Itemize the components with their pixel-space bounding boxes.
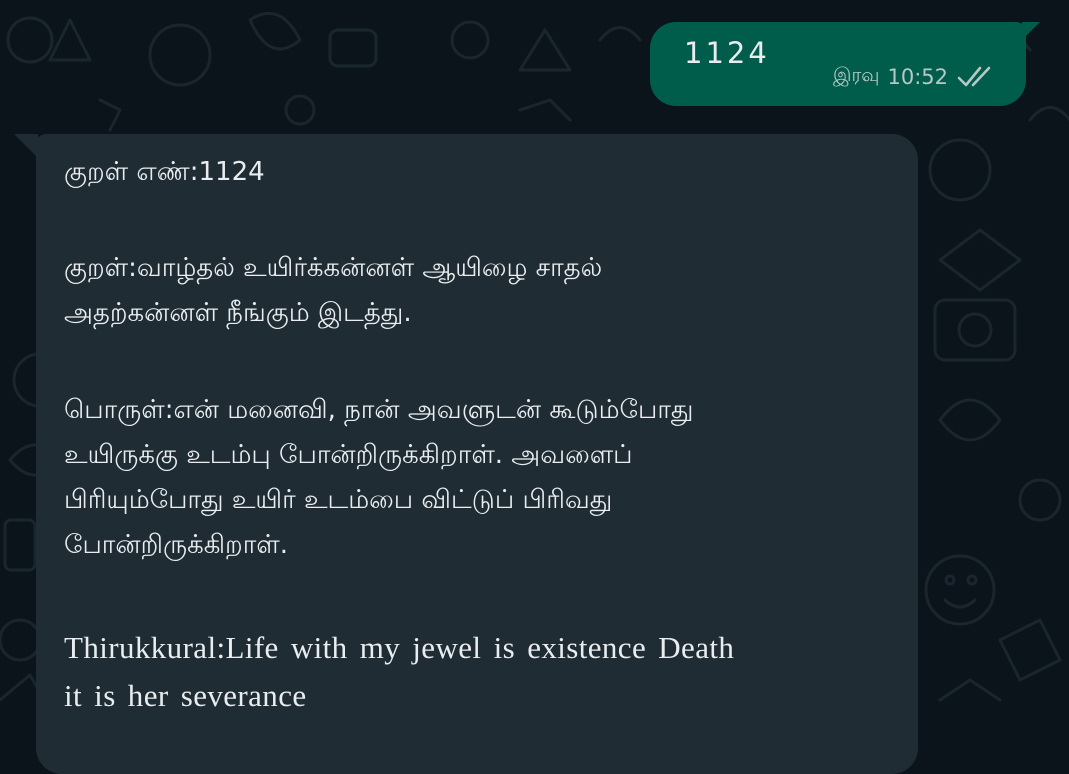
sent-message-text: 1124 [684,36,770,70]
english-translation-line: it is her severance [64,678,307,713]
kural-english-translation: Thirukkural:Life with my jewel is existe… [64,624,878,720]
sent-message-bubble[interactable]: 1124 இரவு 10:52 [650,22,1040,106]
kural-meaning-line: பொருள்:என் மனைவி, நான் அவளுடன் கூடும்போத… [64,395,694,425]
kural-verse-line: குறள்:வாழ்தல் உயிர்க்கன்னள் ஆயிழை சாதல் [64,253,603,283]
message-time: 10:52 [887,64,948,89]
kural-verse-line: அதற்கன்னள் நீங்கும் இடத்து. [64,298,412,328]
english-translation-line: Thirukkural:Life with my jewel is existe… [64,630,735,665]
double-check-icon [957,66,991,86]
kural-number-line: குறள் எண்:1124 [64,157,265,187]
sent-bubble-tail [1022,22,1040,40]
received-message-bubble[interactable]: குறள் எண்:1124 குறள்:வாழ்தல் உயிர்க்கன்ன… [14,134,918,774]
kural-meaning-line: உயிருக்கு உடம்பு போன்றிருக்கிறாள். அவளைப… [64,440,633,470]
kural-meaning-line: பிரியும்போது உயிர் உடம்பை விட்டுப் பிரிவ… [64,485,613,515]
kural-verse: குறள்:வாழ்தல் உயிர்க்கன்னள் ஆயிழை சாதல் … [64,246,878,336]
kural-meaning: பொருள்:என் மனைவி, நான் அவளுடன் கூடும்போத… [64,388,878,568]
received-bubble-tail [14,134,38,158]
kural-meaning-line: போன்றிருக்கிறாள். [64,530,289,560]
sent-message-meta: இரவு 10:52 [833,64,1002,89]
message-period: இரவு [832,64,880,86]
